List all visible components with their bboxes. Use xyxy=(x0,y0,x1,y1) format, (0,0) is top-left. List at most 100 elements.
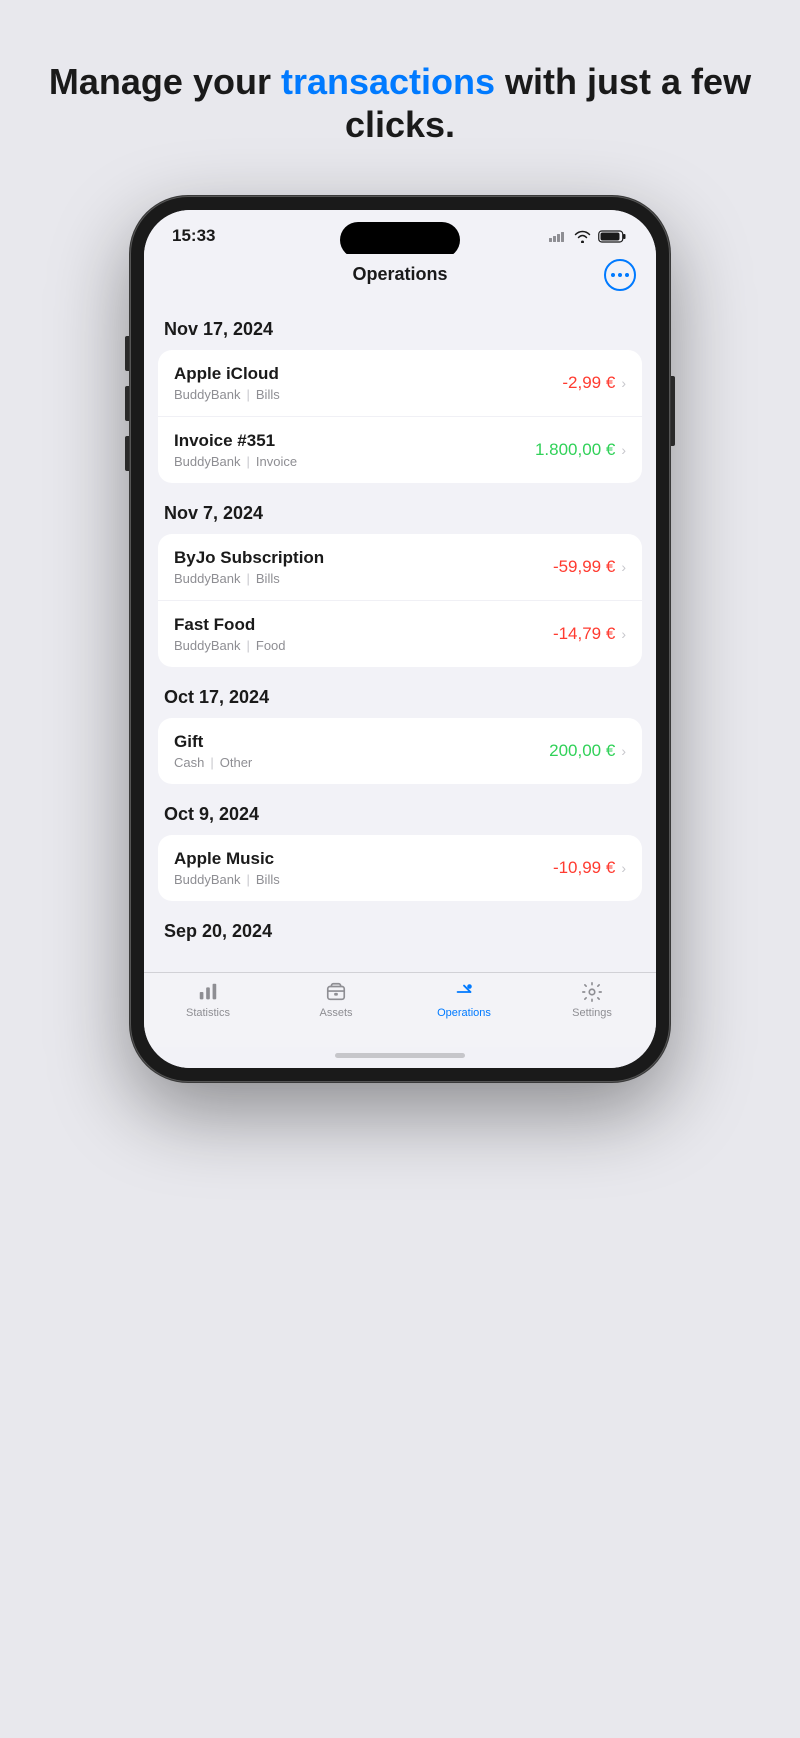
transaction-name: Apple iCloud xyxy=(174,364,280,384)
headline-text1: Manage your xyxy=(49,61,281,102)
transaction-amount: -14,79 € xyxy=(553,624,615,644)
date-header-2: Nov 7, 2024 xyxy=(144,485,656,534)
tab-bar: Statistics Assets xyxy=(144,972,656,1047)
bank-label: BuddyBank xyxy=(174,872,241,887)
transaction-meta: BuddyBank | Bills xyxy=(174,872,280,887)
transaction-left: Gift Cash | Other xyxy=(174,732,252,770)
category-label: Invoice xyxy=(256,454,297,469)
chevron-right-icon: › xyxy=(621,559,626,575)
bank-label: BuddyBank xyxy=(174,387,241,402)
tab-operations[interactable]: Operations xyxy=(400,981,528,1019)
transaction-right: -2,99 € › xyxy=(562,373,626,393)
tab-statistics-label: Statistics xyxy=(186,1007,230,1019)
transaction-name: Invoice #351 xyxy=(174,431,297,451)
battery-icon xyxy=(598,229,628,244)
transaction-item-apple-icloud[interactable]: Apple iCloud BuddyBank | Bills -2,99 € › xyxy=(158,350,642,417)
operations-icon xyxy=(451,981,477,1003)
bank-label: Cash xyxy=(174,755,204,770)
wifi-icon xyxy=(574,230,591,243)
more-button[interactable] xyxy=(604,259,636,291)
chevron-right-icon: › xyxy=(621,375,626,391)
tab-operations-label: Operations xyxy=(437,1007,491,1019)
category-label: Bills xyxy=(256,571,280,586)
nav-title: Operations xyxy=(352,264,447,285)
transaction-amount: 1.800,00 € xyxy=(535,440,615,460)
transaction-left: Apple iCloud BuddyBank | Bills xyxy=(174,364,280,402)
category-label: Other xyxy=(220,755,253,770)
transaction-meta: BuddyBank | Food xyxy=(174,638,286,653)
transaction-right: 1.800,00 € › xyxy=(535,440,626,460)
meta-separator: | xyxy=(247,454,250,469)
category-label: Bills xyxy=(256,872,280,887)
transaction-card-3: Gift Cash | Other 200,00 € › xyxy=(158,718,642,784)
meta-separator: | xyxy=(247,638,250,653)
chevron-right-icon: › xyxy=(621,442,626,458)
meta-separator: | xyxy=(210,755,213,770)
phone-screen: 15:33 xyxy=(144,210,656,1068)
transaction-card-1: Apple iCloud BuddyBank | Bills -2,99 € › xyxy=(158,350,642,483)
transaction-name: Gift xyxy=(174,732,252,752)
tab-settings[interactable]: Settings xyxy=(528,981,656,1019)
status-time: 15:33 xyxy=(172,226,215,246)
transaction-name: Apple Music xyxy=(174,849,280,869)
transaction-amount: -10,99 € xyxy=(553,858,615,878)
transaction-amount: -2,99 € xyxy=(562,373,615,393)
tab-assets[interactable]: Assets xyxy=(272,981,400,1019)
meta-separator: | xyxy=(247,872,250,887)
phone-frame: 15:33 xyxy=(130,196,670,1082)
transaction-item-byjo[interactable]: ByJo Subscription BuddyBank | Bills -59,… xyxy=(158,534,642,601)
headline: Manage your transactions with just a few… xyxy=(0,60,800,146)
transaction-item-invoice-351[interactable]: Invoice #351 BuddyBank | Invoice 1.800,0… xyxy=(158,417,642,483)
bank-label: BuddyBank xyxy=(174,571,241,586)
date-header-1: Nov 17, 2024 xyxy=(144,301,656,350)
bar-chart-icon xyxy=(195,981,221,1003)
chevron-right-icon: › xyxy=(621,626,626,642)
nav-header: Operations xyxy=(144,254,656,301)
page-wrapper: Manage your transactions with just a few… xyxy=(0,0,800,1738)
settings-icon xyxy=(579,981,605,1003)
meta-separator: | xyxy=(247,387,250,402)
date-header-5: Sep 20, 2024 xyxy=(144,903,656,952)
status-icons xyxy=(549,229,628,244)
transaction-name: Fast Food xyxy=(174,615,286,635)
home-bar xyxy=(335,1053,465,1058)
transaction-card-2: ByJo Subscription BuddyBank | Bills -59,… xyxy=(158,534,642,667)
transaction-amount: 200,00 € xyxy=(549,741,615,761)
dynamic-island xyxy=(340,222,460,258)
transaction-left: ByJo Subscription BuddyBank | Bills xyxy=(174,548,324,586)
date-header-3: Oct 17, 2024 xyxy=(144,669,656,718)
transaction-meta: BuddyBank | Bills xyxy=(174,571,324,586)
home-indicator xyxy=(144,1047,656,1068)
meta-separator: | xyxy=(247,571,250,586)
transaction-left: Fast Food BuddyBank | Food xyxy=(174,615,286,653)
transaction-right: -14,79 € › xyxy=(553,624,626,644)
assets-icon xyxy=(323,981,349,1003)
status-bar: 15:33 xyxy=(144,210,656,254)
three-dots-icon xyxy=(611,273,629,277)
transaction-meta: Cash | Other xyxy=(174,755,252,770)
transaction-left: Apple Music BuddyBank | Bills xyxy=(174,849,280,887)
tab-statistics[interactable]: Statistics xyxy=(144,981,272,1019)
transaction-right: -10,99 € › xyxy=(553,858,626,878)
transaction-name: ByJo Subscription xyxy=(174,548,324,568)
chevron-right-icon: › xyxy=(621,860,626,876)
transaction-meta: BuddyBank | Bills xyxy=(174,387,280,402)
transaction-meta: BuddyBank | Invoice xyxy=(174,454,297,469)
tab-settings-label: Settings xyxy=(572,1007,612,1019)
transaction-item-gift[interactable]: Gift Cash | Other 200,00 € › xyxy=(158,718,642,784)
transaction-left: Invoice #351 BuddyBank | Invoice xyxy=(174,431,297,469)
transaction-item-fast-food[interactable]: Fast Food BuddyBank | Food -14,79 € › xyxy=(158,601,642,667)
category-label: Food xyxy=(256,638,286,653)
transaction-item-apple-music[interactable]: Apple Music BuddyBank | Bills -10,99 € › xyxy=(158,835,642,901)
transaction-right: -59,99 € › xyxy=(553,557,626,577)
category-label: Bills xyxy=(256,387,280,402)
transaction-card-4: Apple Music BuddyBank | Bills -10,99 € › xyxy=(158,835,642,901)
signal-icon xyxy=(549,230,567,242)
bank-label: BuddyBank xyxy=(174,638,241,653)
date-header-4: Oct 9, 2024 xyxy=(144,786,656,835)
scroll-content: Nov 17, 2024 Apple iCloud BuddyBank | Bi… xyxy=(144,301,656,972)
transaction-amount: -59,99 € xyxy=(553,557,615,577)
tab-assets-label: Assets xyxy=(319,1007,352,1019)
bank-label: BuddyBank xyxy=(174,454,241,469)
chevron-right-icon: › xyxy=(621,743,626,759)
